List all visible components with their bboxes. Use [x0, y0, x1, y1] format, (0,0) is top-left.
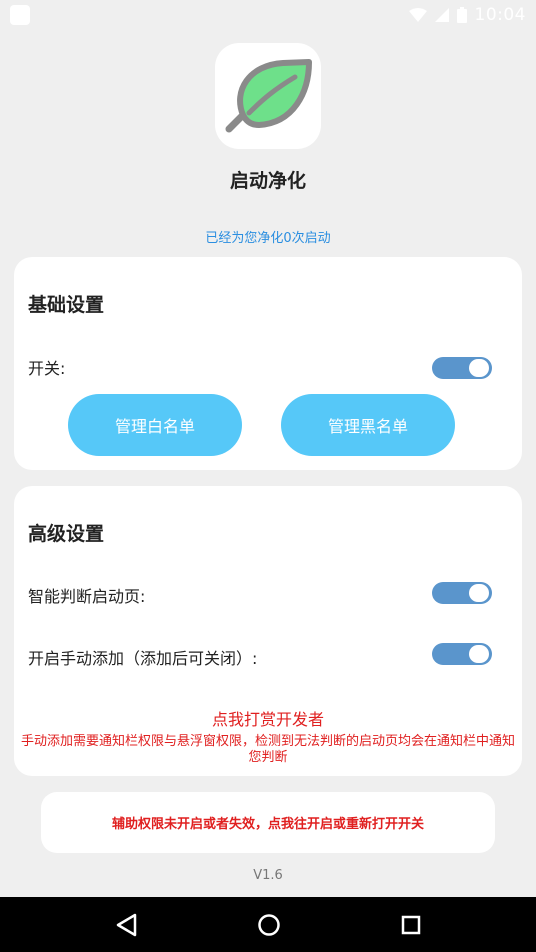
battery-icon [456, 7, 467, 23]
home-icon[interactable] [257, 913, 281, 937]
notification-app-icon [10, 5, 30, 25]
cleaned-count-text: 已经为您净化0次启动 [205, 231, 331, 246]
accessibility-warning-button[interactable]: 辅助权限未开启或者失效，点我往开启或重新打开开关 [41, 792, 495, 853]
basic-settings-card: 基础设置 开关: 管理白名单 管理黑名单 [14, 257, 522, 470]
wifi-icon [408, 8, 427, 22]
donate-developer-link[interactable]: 点我打赏开发者 [14, 706, 522, 730]
app-title: 启动净化 [229, 170, 306, 192]
app-logo [215, 43, 321, 149]
toggle-knob [469, 359, 489, 377]
status-bar: 10:04 [0, 0, 536, 30]
signal-icon [434, 8, 449, 22]
smart-detect-label: 智能判断启动页: [28, 587, 146, 606]
leaf-icon [225, 59, 312, 133]
smart-detect-toggle[interactable] [432, 582, 492, 604]
toggle-knob [469, 584, 489, 602]
navigation-bar [0, 897, 536, 952]
version-text: V1.6 [253, 868, 283, 883]
manage-blacklist-button[interactable]: 管理黑名单 [281, 394, 455, 456]
manual-add-toggle[interactable] [432, 643, 492, 665]
advanced-settings-title: 高级设置 [28, 523, 105, 545]
manual-add-label: 开启手动添加（添加后可关闭）: [28, 649, 258, 668]
manage-whitelist-button[interactable]: 管理白名单 [68, 394, 242, 456]
main-switch-toggle[interactable] [432, 357, 492, 379]
recents-icon[interactable] [401, 915, 421, 935]
status-indicators: 10:04 [408, 5, 527, 25]
back-icon[interactable] [115, 913, 137, 937]
manual-add-note: 手动添加需要通知栏权限与悬浮窗权限，检测到无法判断的启动页均会在通知栏中通知您判… [20, 734, 515, 765]
main-switch-label: 开关: [28, 359, 66, 378]
status-time: 10:04 [474, 5, 526, 25]
advanced-settings-card: 高级设置 智能判断启动页: 开启手动添加（添加后可关闭）: 点我打赏开发者 手动… [14, 486, 522, 776]
toggle-knob [469, 645, 489, 663]
basic-settings-title: 基础设置 [28, 294, 105, 316]
